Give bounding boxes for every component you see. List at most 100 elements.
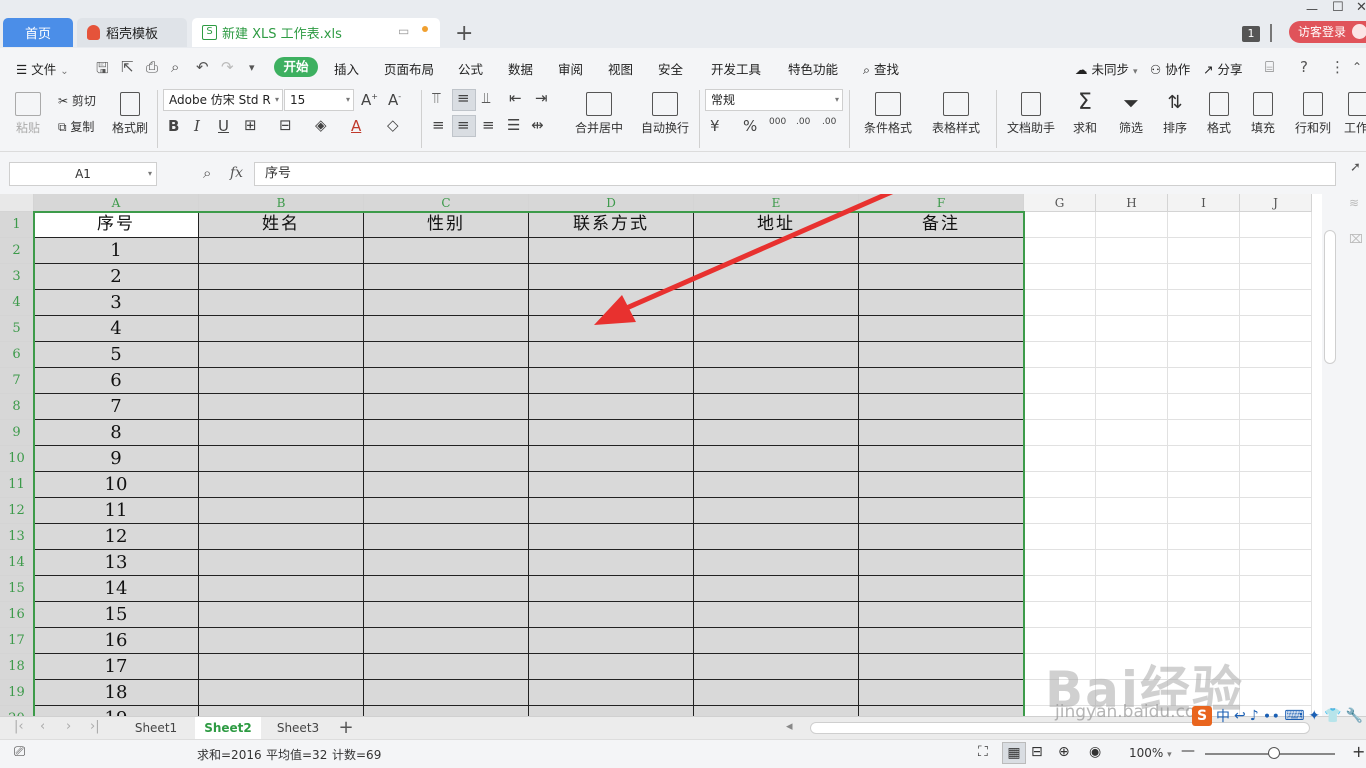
cell-b11[interactable]	[199, 472, 364, 498]
increase-decimal-icon[interactable]: .00	[796, 117, 810, 127]
cell-h2[interactable]	[1096, 238, 1168, 264]
row-header-2[interactable]: 2	[0, 238, 34, 264]
eye-protection-icon[interactable]: ◉	[1089, 744, 1101, 760]
fill-button[interactable]: 填充	[1244, 92, 1282, 136]
customize-toolbar-icon[interactable]: ▾	[249, 61, 255, 74]
cell-d19[interactable]	[529, 680, 694, 706]
cell-d2[interactable]	[529, 238, 694, 264]
cell-i11[interactable]	[1168, 472, 1240, 498]
cell-j7[interactable]	[1240, 368, 1312, 394]
column-header-h[interactable]: H	[1096, 194, 1168, 212]
cell-e3[interactable]	[694, 264, 859, 290]
cell-d12[interactable]	[529, 498, 694, 524]
cell-e15[interactable]	[694, 576, 859, 602]
row-header-1[interactable]: 1	[0, 212, 34, 238]
font-size-select[interactable]: 15 ▾	[284, 89, 354, 111]
cell-i1[interactable]	[1168, 212, 1240, 238]
cell-j3[interactable]	[1240, 264, 1312, 290]
scroll-left-icon[interactable]: ◂	[786, 719, 793, 734]
cell-c19[interactable]	[364, 680, 529, 706]
cell-d15[interactable]	[529, 576, 694, 602]
fill-color-icon[interactable]: ◈	[315, 116, 327, 134]
zoom-in-icon[interactable]: +	[1352, 742, 1365, 761]
first-sheet-icon[interactable]: |‹	[14, 719, 24, 734]
row-header-4[interactable]: 4	[0, 290, 34, 316]
filter-button[interactable]: ⏷ 筛选	[1112, 92, 1150, 136]
row-header-3[interactable]: 3	[0, 264, 34, 290]
cell-c7[interactable]	[364, 368, 529, 394]
cell-a12[interactable]: 11	[34, 498, 199, 524]
row-col-button[interactable]: 行和列	[1290, 92, 1336, 136]
sum-button[interactable]: Σ 求和	[1066, 92, 1104, 136]
cell-b14[interactable]	[199, 550, 364, 576]
cell-g11[interactable]	[1024, 472, 1096, 498]
cell-e11[interactable]	[694, 472, 859, 498]
normal-view-icon[interactable]: ▦	[1002, 742, 1026, 764]
column-header-b[interactable]: B	[199, 194, 364, 212]
cell-a14[interactable]: 13	[34, 550, 199, 576]
sync-status[interactable]: ☁ 未同步 ▾	[1075, 59, 1138, 78]
cut-button[interactable]: ✂ 剪切	[58, 92, 96, 109]
cell-h15[interactable]	[1096, 576, 1168, 602]
cell-b2[interactable]	[199, 238, 364, 264]
cell-d5[interactable]	[529, 316, 694, 342]
add-sheet-button[interactable]: +	[336, 717, 356, 739]
border-icon[interactable]: ⊞	[244, 116, 257, 134]
cell-g10[interactable]	[1024, 446, 1096, 472]
column-header-f[interactable]: F	[859, 194, 1024, 212]
cell-g6[interactable]	[1024, 342, 1096, 368]
decrease-decimal-icon[interactable]: .00	[822, 117, 836, 127]
cell-b7[interactable]	[199, 368, 364, 394]
ime-skin-icon[interactable]: ✦	[1308, 708, 1320, 724]
cell-d4[interactable]	[529, 290, 694, 316]
cell-f3[interactable]	[859, 264, 1024, 290]
cell-f13[interactable]	[859, 524, 1024, 550]
menu-start[interactable]: 开始	[274, 57, 318, 77]
cell-f2[interactable]	[859, 238, 1024, 264]
row-header-13[interactable]: 13	[0, 524, 34, 550]
cell-f5[interactable]	[859, 316, 1024, 342]
page-layout-view-icon[interactable]: ⊕	[1058, 744, 1070, 760]
row-header-19[interactable]: 19	[0, 680, 34, 706]
cell-j6[interactable]	[1240, 342, 1312, 368]
cell-b12[interactable]	[199, 498, 364, 524]
ime-shirt-icon[interactable]: 👕	[1324, 708, 1341, 724]
cell-b19[interactable]	[199, 680, 364, 706]
cell-e16[interactable]	[694, 602, 859, 628]
row-header-18[interactable]: 18	[0, 654, 34, 680]
cell-c6[interactable]	[364, 342, 529, 368]
percent-icon[interactable]: %	[743, 117, 757, 135]
cell-i13[interactable]	[1168, 524, 1240, 550]
cell-d17[interactable]	[529, 628, 694, 654]
skin-icon[interactable]: ⌸	[1265, 58, 1274, 76]
cell-c14[interactable]	[364, 550, 529, 576]
cell-c12[interactable]	[364, 498, 529, 524]
align-bottom-icon[interactable]: ⫫	[482, 89, 490, 107]
column-header-g[interactable]: G	[1024, 194, 1096, 212]
cell-e10[interactable]	[694, 446, 859, 472]
row-header-11[interactable]: 11	[0, 472, 34, 498]
cell-b3[interactable]	[199, 264, 364, 290]
cell-c15[interactable]	[364, 576, 529, 602]
currency-icon[interactable]: ¥	[710, 117, 720, 135]
cell-e13[interactable]	[694, 524, 859, 550]
cell-c20[interactable]	[364, 706, 529, 716]
cell-c16[interactable]	[364, 602, 529, 628]
panel-tool-icon[interactable]: ⌧	[1349, 232, 1363, 246]
cell-h6[interactable]	[1096, 342, 1168, 368]
cell-a15[interactable]: 14	[34, 576, 199, 602]
table-style-button[interactable]: 表格样式	[926, 92, 986, 136]
font-color-icon[interactable]: A	[351, 117, 361, 135]
zoom-icon[interactable]: ⌕	[203, 164, 211, 182]
cell-j15[interactable]	[1240, 576, 1312, 602]
cell-j11[interactable]	[1240, 472, 1312, 498]
paste-button[interactable]: 粘贴	[12, 92, 44, 136]
bold-icon[interactable]: B	[168, 117, 179, 135]
file-menu[interactable]: ☰ 文件 ⌄	[16, 59, 69, 78]
cell-i16[interactable]	[1168, 602, 1240, 628]
cell-j19[interactable]	[1240, 680, 1312, 706]
cell-d18[interactable]	[529, 654, 694, 680]
cell-c2[interactable]	[364, 238, 529, 264]
cell-d8[interactable]	[529, 394, 694, 420]
cell-e18[interactable]	[694, 654, 859, 680]
